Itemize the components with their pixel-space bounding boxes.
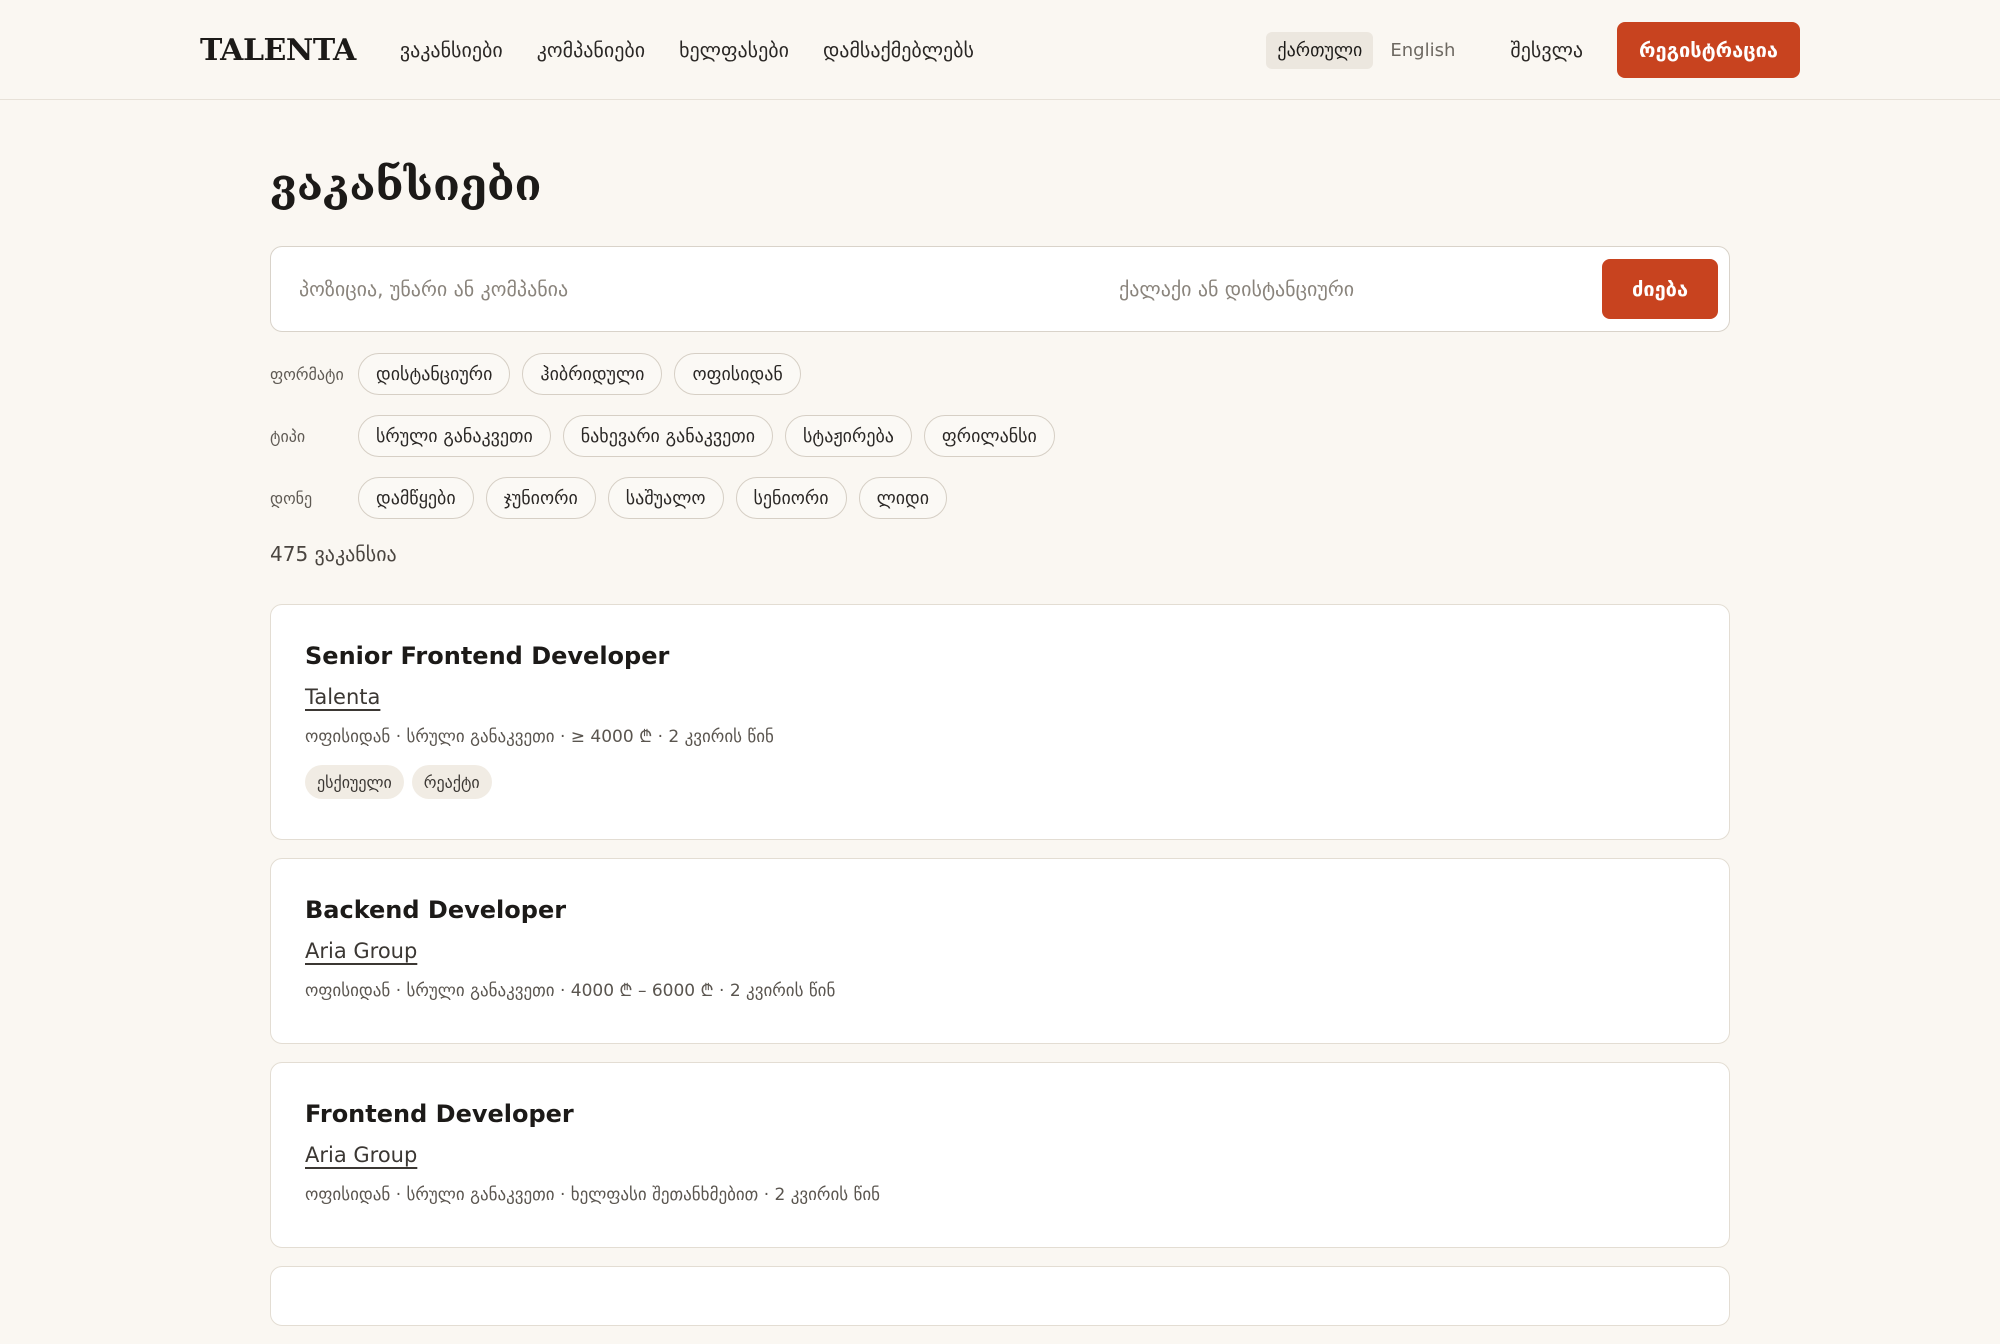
filter-label: დონე <box>270 488 313 508</box>
filter-label: ტიპი <box>270 426 306 446</box>
job-company-link[interactable]: Aria Group <box>305 935 417 967</box>
nav-item-salaries[interactable]: ხელფასები <box>679 38 789 62</box>
job-card-partial[interactable] <box>270 1266 1730 1326</box>
login-link[interactable]: შესვლა <box>1510 38 1583 62</box>
job-card[interactable]: Frontend Developer Aria Group ოფისიდან ·… <box>270 1062 1730 1248</box>
results-count: 475 ვაკანსია <box>270 542 397 566</box>
filter-chip-lead[interactable]: ლიდი <box>858 477 948 519</box>
filter-chip-internship[interactable]: სტაჟირება <box>785 415 912 457</box>
job-meta: ოფისიდან · სრული განაკვეთი · 4000 ₾ – 60… <box>305 981 836 1001</box>
job-company-link[interactable]: Talenta <box>305 681 380 713</box>
filter-row-type: ტიპი სრული განაკვეთი ნახევარი განაკვეთი … <box>270 414 1730 458</box>
nav-item-vacancies[interactable]: ვაკანსიები <box>400 38 503 62</box>
filter-row-level: დონე დამწყები ჯუნიორი საშუალო სენიორი ლი… <box>270 476 1730 520</box>
filter-chip-office[interactable]: ოფისიდან <box>674 353 801 395</box>
language-option-georgian[interactable]: ქართული <box>1266 31 1374 69</box>
filter-chip-hybrid[interactable]: ჰიბრიდული <box>522 353 663 395</box>
filter-chip-senior[interactable]: სენიორი <box>735 477 847 519</box>
main-content: ვაკანსიები ძიება ფორმატი დისტანციური ჰიბ… <box>270 100 1730 1344</box>
top-header: TALENTA ვაკანსიები კომპანიები ხელფასები … <box>0 0 2000 100</box>
job-list: Senior Frontend Developer Talenta ოფისიდ… <box>270 604 1730 1326</box>
job-card[interactable]: Backend Developer Aria Group ოფისიდან · … <box>270 858 1730 1044</box>
main-nav: ვაკანსიები კომპანიები ხელფასები დამსაქმე… <box>400 38 974 62</box>
filter-chip-full-time[interactable]: სრული განაკვეთი <box>358 415 551 457</box>
filter-row-format: ფორმატი დისტანციური ჰიბრიდული ოფისიდან <box>270 352 1730 396</box>
header-inner: TALENTA ვაკანსიები კომპანიები ხელფასები … <box>200 0 1800 100</box>
job-title[interactable]: Senior Frontend Developer <box>305 639 1695 673</box>
filter-chip-remote[interactable]: დისტანციური <box>358 353 511 395</box>
page-title: ვაკანსიები <box>270 160 542 211</box>
nav-item-companies[interactable]: კომპანიები <box>537 38 645 62</box>
job-tags: ესქიუელი რეაქტი <box>305 765 1695 799</box>
job-meta: ოფისიდან · სრული განაკვეთი · ≥ 4000 ₾ · … <box>305 727 774 747</box>
search-bar: ძიება <box>270 246 1730 332</box>
job-tag: რეაქტი <box>411 765 492 799</box>
filter-chip-part-time[interactable]: ნახევარი განაკვეთი <box>562 415 774 457</box>
language-option-english[interactable]: English <box>1379 32 1466 69</box>
location-input[interactable] <box>1119 277 1602 301</box>
logo[interactable]: TALENTA <box>200 33 356 68</box>
filter-label: ფორმატი <box>270 364 344 384</box>
job-title[interactable]: Backend Developer <box>305 893 1695 927</box>
job-card[interactable]: Senior Frontend Developer Talenta ოფისიდ… <box>270 604 1730 840</box>
job-tag: ესქიუელი <box>305 765 404 799</box>
search-input[interactable] <box>299 277 1119 301</box>
language-switcher: ქართული English <box>1266 31 1466 69</box>
filter-chip-freelance[interactable]: ფრილანსი <box>923 415 1055 457</box>
job-meta: ოფისიდან · სრული განაკვეთი · ხელფასი შეთ… <box>305 1185 881 1205</box>
filter-chips: დამწყები ჯუნიორი საშუალო სენიორი ლიდი <box>358 477 948 519</box>
filter-chip-junior[interactable]: ჯუნიორი <box>485 477 596 519</box>
job-company-link[interactable]: Aria Group <box>305 1139 417 1171</box>
filter-chip-entry[interactable]: დამწყები <box>358 477 474 519</box>
filters: ფორმატი დისტანციური ჰიბრიდული ოფისიდან ტ… <box>270 352 1730 520</box>
nav-item-employers[interactable]: დამსაქმებლებს <box>823 38 974 62</box>
register-button[interactable]: რეგისტრაცია <box>1617 22 1800 78</box>
filter-chips: სრული განაკვეთი ნახევარი განაკვეთი სტაჟი… <box>358 415 1055 457</box>
header-right: ქართული English შესვლა რეგისტრაცია <box>1266 22 1800 78</box>
job-title[interactable]: Frontend Developer <box>305 1097 1695 1131</box>
search-button[interactable]: ძიება <box>1602 259 1718 319</box>
filter-chip-middle[interactable]: საშუალო <box>607 477 724 519</box>
filter-chips: დისტანციური ჰიბრიდული ოფისიდან <box>358 353 801 395</box>
